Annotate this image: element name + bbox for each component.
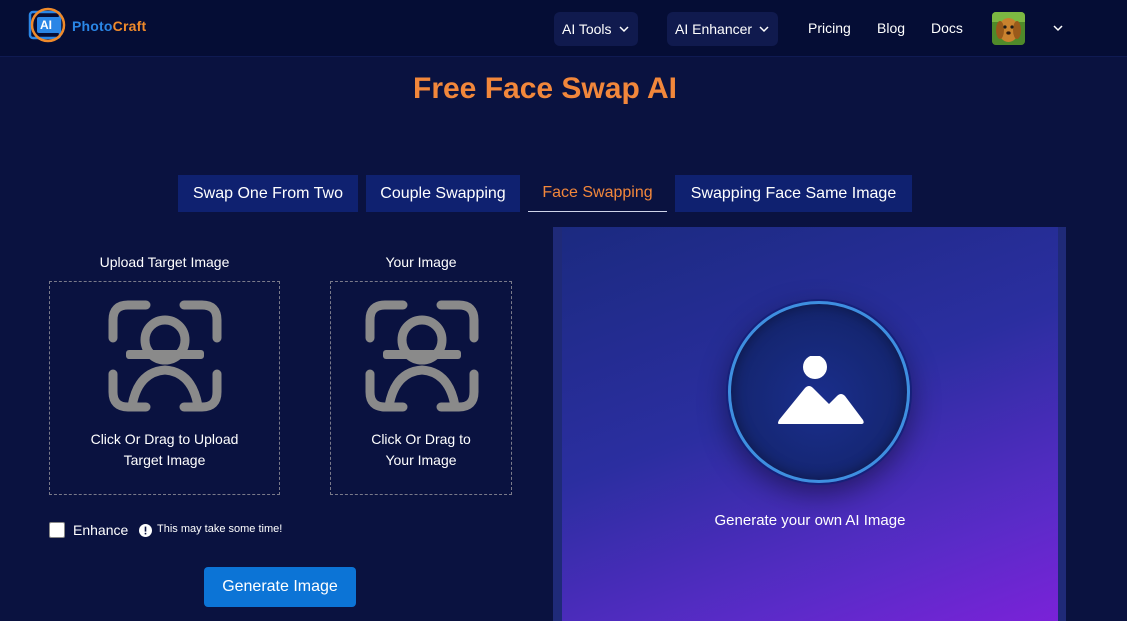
your-image-instructions: Click Or Drag to Your Image [331,429,511,471]
logo-text: PhotoCraft [72,18,146,34]
face-scan-icon [108,300,222,412]
info-warning-icon [139,524,152,537]
upload-target-dropzone[interactable]: Click Or Drag to Upload Target Image [49,281,280,495]
generate-image-button[interactable]: Generate Image [204,567,356,607]
face-scan-icon [365,300,479,412]
logo-text-photo: Photo [72,18,113,34]
tab-face-swapping[interactable]: Face Swapping [528,175,667,212]
image-icon [778,356,864,424]
your-image-text-line2: Your Image [385,452,457,468]
nav-blog[interactable]: Blog [877,20,905,36]
user-avatar[interactable] [992,12,1025,45]
preview-placeholder-circle [728,301,910,483]
upload-target-text-line1: Click Or Drag to Upload [90,431,239,447]
chevron-down-icon [759,26,769,33]
upload-target-instructions: Click Or Drag to Upload Target Image [50,429,279,471]
your-image-text-line1: Click Or Drag to [371,431,471,447]
nav-docs[interactable]: Docs [931,20,963,36]
dog-avatar-icon [992,12,1025,45]
top-navbar: AI PhotoCraft AI Tools AI Enhancer Prici… [0,0,1127,57]
enhance-label: Enhance [73,522,129,538]
nav-ai-tools[interactable]: AI Tools [554,12,638,46]
logo-text-craft: Craft [112,18,147,34]
enhance-warning-text: This may take some time! [157,523,283,535]
enhance-checkbox[interactable] [49,522,65,538]
preview-canvas: Generate your own AI Image [562,227,1058,621]
chevron-down-icon[interactable] [1052,22,1064,34]
logo[interactable]: AI PhotoCraft [28,6,158,44]
chevron-down-icon [619,26,629,33]
preview-caption: Generate your own AI Image [714,512,906,529]
your-image-label: Your Image [385,254,457,270]
nav-ai-tools-label: AI Tools [562,21,612,37]
upload-target-label: Upload Target Image [99,254,230,270]
nav-ai-enhancer[interactable]: AI Enhancer [667,12,779,46]
your-image-dropzone[interactable]: Click Or Drag to Your Image [330,281,512,495]
nav-pricing[interactable]: Pricing [808,20,851,36]
tab-swap-one-from-two[interactable]: Swap One From Two [178,175,358,212]
nav-ai-enhancer-label: AI Enhancer [675,21,753,37]
tab-couple-swapping[interactable]: Couple Swapping [366,175,520,212]
preview-panel: Generate your own AI Image [553,227,1066,621]
page-title: Free Face Swap AI [413,72,677,105]
logo-ai-text: AI [40,18,52,32]
tab-swapping-face-same-image[interactable]: Swapping Face Same Image [675,175,912,212]
upload-target-text-line2: Target Image [123,452,206,468]
